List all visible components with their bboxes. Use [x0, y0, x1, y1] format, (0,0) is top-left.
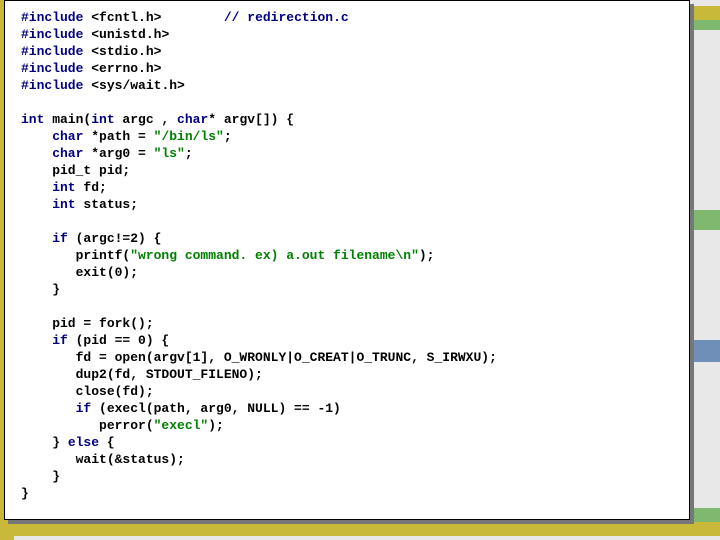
- keyword: if: [21, 401, 91, 416]
- code-line: close(fd);: [21, 384, 154, 399]
- keyword: int: [21, 197, 76, 212]
- code-line: wait(&status);: [21, 452, 185, 467]
- source-code: #include <fcntl.h> // redirection.c #inc…: [21, 9, 673, 502]
- string: "ls": [154, 146, 185, 161]
- keyword: char: [21, 146, 83, 161]
- code-line: pid = fork();: [21, 316, 154, 331]
- keyword: #include: [21, 10, 83, 25]
- code-line: dup2(fd, STDOUT_FILENO);: [21, 367, 263, 382]
- keyword: char: [177, 112, 208, 127]
- string: "/bin/ls": [154, 129, 224, 144]
- string: "execl": [154, 418, 209, 433]
- comment: // redirection.c: [224, 10, 349, 25]
- header: <fcntl.h>: [91, 10, 161, 25]
- keyword: #include: [21, 44, 83, 59]
- header: <errno.h>: [91, 61, 161, 76]
- code-snippet-box: #include <fcntl.h> // redirection.c #inc…: [4, 0, 690, 520]
- string: "wrong command. ex) a.out filename\n": [130, 248, 419, 263]
- header: <unistd.h>: [91, 27, 169, 42]
- header: <sys/wait.h>: [91, 78, 185, 93]
- code-line: }: [21, 282, 60, 297]
- code-line: exit(0);: [21, 265, 138, 280]
- bg-stripe: [0, 522, 720, 536]
- keyword: int: [91, 112, 114, 127]
- code-line: fd = open(argv[1], O_WRONLY|O_CREAT|O_TR…: [21, 350, 497, 365]
- keyword: #include: [21, 61, 83, 76]
- keyword: #include: [21, 27, 83, 42]
- keyword: char: [21, 129, 83, 144]
- header: <stdio.h>: [91, 44, 161, 59]
- keyword: int: [21, 180, 76, 195]
- keyword: if: [21, 231, 68, 246]
- code-line: }: [21, 469, 60, 484]
- keyword: else: [68, 435, 99, 450]
- code-line: pid_t pid;: [21, 163, 130, 178]
- code-line: }: [21, 486, 29, 501]
- keyword: if: [21, 333, 68, 348]
- keyword: #include: [21, 78, 83, 93]
- keyword: int: [21, 112, 44, 127]
